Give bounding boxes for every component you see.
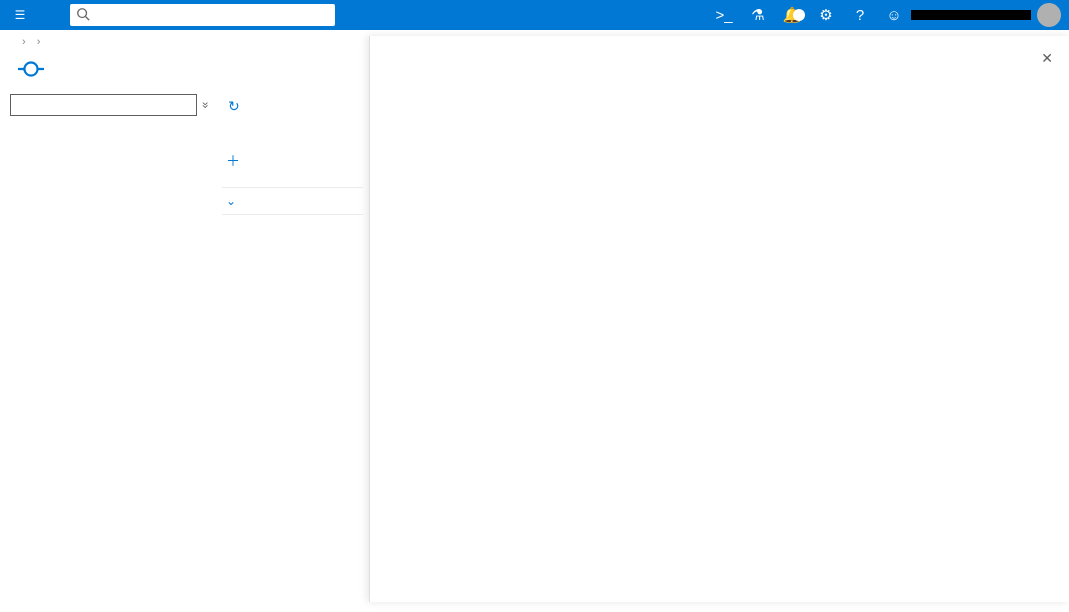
directory-filter-icon[interactable]: ⚗ [741, 6, 775, 24]
settings-icon[interactable]: ⚙ [809, 6, 843, 24]
help-icon[interactable]: ? [843, 7, 877, 24]
left-nav: « [0, 90, 218, 612]
resource-search-input[interactable] [10, 94, 197, 116]
consent-footnote [222, 227, 363, 255]
global-search-input[interactable] [70, 4, 335, 26]
main-content: ↻ ＋ ⌄ [218, 90, 363, 612]
hamburger-icon[interactable]: ☰ [0, 8, 40, 22]
refresh-button[interactable]: ↻ [222, 94, 363, 119]
api-name-header [222, 175, 363, 187]
add-permission-button[interactable]: ＋ [222, 141, 363, 175]
notifications-icon[interactable]: 🔔 [775, 6, 809, 24]
permission-row-userread[interactable] [222, 215, 363, 227]
avatar[interactable] [1037, 3, 1061, 27]
cloudshell-icon[interactable]: >_ [707, 7, 741, 24]
collapse-nav-icon[interactable]: « [198, 102, 212, 109]
search-icon [76, 7, 90, 21]
request-api-permissions-panel: ✕ [369, 36, 1069, 602]
feedback-icon[interactable]: ☺ [877, 7, 911, 24]
tenant-label[interactable] [911, 10, 1037, 21]
msgraph-accordion[interactable]: ⌄ [222, 187, 363, 215]
azure-topbar: ☰ >_ ⚗ 🔔 ⚙ ? ☺ [0, 0, 1069, 30]
close-panel-button[interactable]: ✕ [1041, 50, 1053, 67]
app-registration-icon [18, 56, 44, 82]
